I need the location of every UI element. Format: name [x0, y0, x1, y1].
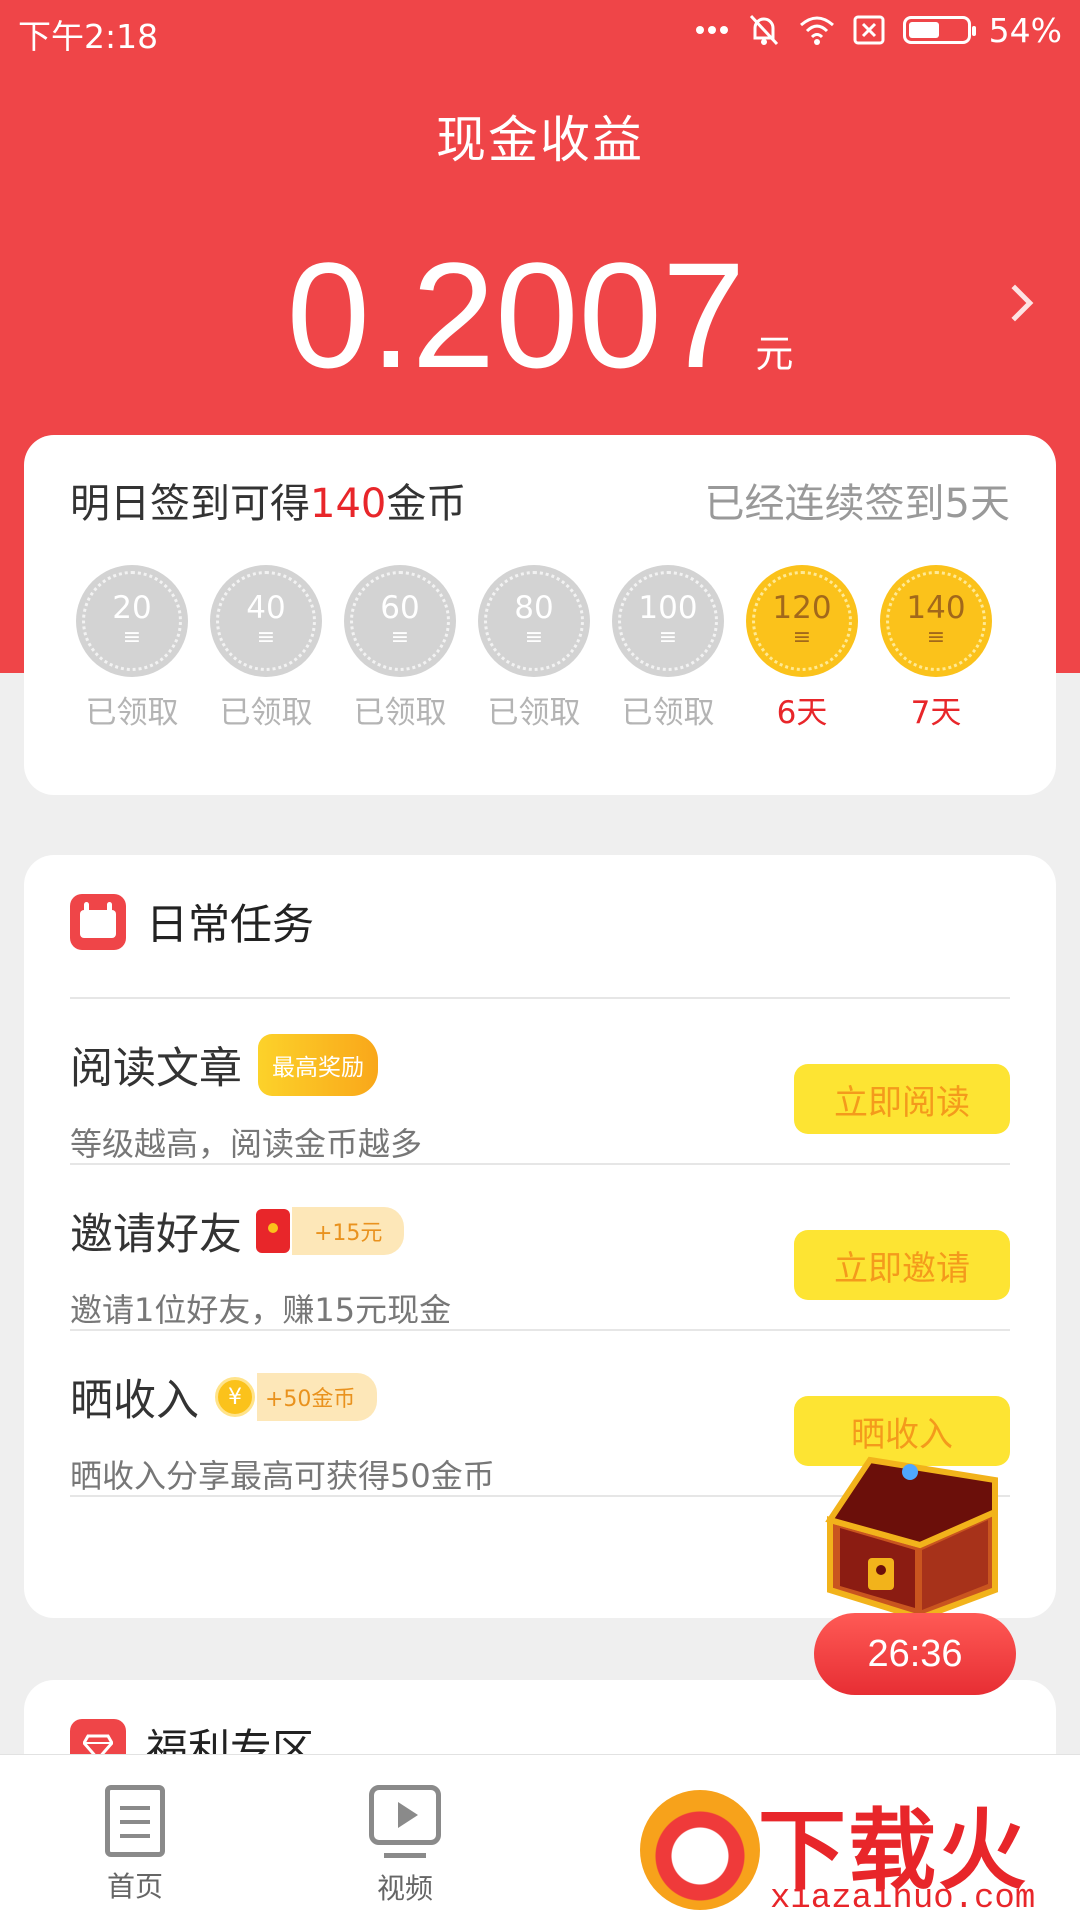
calendar-icon — [70, 893, 126, 950]
signin-day-4: 80 ≡ 已领取 — [478, 565, 590, 732]
video-icon — [369, 1785, 441, 1858]
countdown-timer[interactable]: 26:36 — [814, 1613, 1016, 1695]
coin-stack-icon: ≡ — [658, 625, 678, 650]
coin-label: 已领取 — [219, 695, 313, 731]
coin-label: 6天 — [776, 695, 828, 731]
gold-coin-icon: 120 ≡ — [746, 565, 858, 677]
coin-stack-icon: ≡ — [390, 625, 410, 650]
mute-bell-icon — [747, 10, 781, 50]
coin-label: 已领取 — [353, 695, 447, 731]
gold-coin-icon: 80 ≡ — [478, 565, 590, 677]
signin-card: 明日签到可得140金币 已经连续签到5天 20 ≡ 已领取 40 ≡ 已领取 60 ≡ 已领取 8… — [24, 435, 1056, 795]
coin-value: 20 — [112, 590, 152, 626]
signin-day-6: 120 ≡ 6天 — [746, 565, 858, 732]
flame-logo-icon — [640, 1790, 760, 1910]
coin-label: 已领取 — [85, 695, 179, 731]
cash-reward-badge: +15元 — [292, 1207, 405, 1255]
tab-label: 视频 — [376, 1872, 433, 1905]
balance-unit: 元 — [755, 332, 794, 376]
task-desc: 等级越高，阅读金币越多 — [70, 1125, 423, 1163]
gold-coin-icon: 60 ≡ — [344, 565, 456, 677]
signin-day-7: 140 ≡ 7天 — [880, 565, 992, 732]
watermark-url: xiazaihuo.com — [770, 1880, 1036, 1918]
task-title: 邀请好友 +15元 — [70, 1200, 405, 1262]
tab-video[interactable]: 视频 — [330, 1785, 480, 1907]
coin-label: 已领取 — [487, 695, 581, 731]
task-title: 阅读文章 最高奖励 — [70, 1034, 378, 1096]
tab-home[interactable]: 首页 — [60, 1785, 210, 1905]
more-dots-icon — [695, 10, 729, 50]
signin-days: 20 ≡ 已领取 40 ≡ 已领取 60 ≡ 已领取 80 ≡ 已领取 100 ≡ 已领取 120 ≡ 6天 140… — [76, 565, 992, 732]
no-sim-icon — [853, 10, 885, 50]
signin-day-2: 40 ≡ 已领取 — [210, 565, 322, 732]
coin-value: 80 — [514, 590, 554, 626]
signin-day-3: 60 ≡ 已领取 — [344, 565, 456, 732]
signin-day-5: 100 ≡ 已领取 — [612, 565, 724, 732]
coin-stack-icon: ≡ — [926, 625, 946, 650]
signin-day-1: 20 ≡ 已领取 — [76, 565, 188, 732]
gold-coin-icon: 140 ≡ — [880, 565, 992, 677]
task-desc: 邀请1位好友，赚15元现金 — [70, 1291, 452, 1329]
top-reward-badge: 最高奖励 — [258, 1034, 378, 1096]
daily-tasks-header: 日常任务 — [70, 891, 314, 952]
signin-suffix: 金币 — [386, 481, 467, 527]
coin-label: 已领取 — [621, 695, 715, 731]
coin-label: 7天 — [910, 695, 962, 731]
coin-stack-icon: ≡ — [256, 625, 276, 650]
gold-coin-icon: 20 ≡ — [76, 565, 188, 677]
read-now-button[interactable]: 立即阅读 — [794, 1064, 1010, 1134]
task-title-text: 晒收入 — [70, 1376, 199, 1426]
coin-stack-icon: ≡ — [524, 625, 544, 650]
battery-percent: 54% — [988, 10, 1062, 50]
coin-value: 120 — [772, 590, 832, 626]
page-title: 现金收益 — [436, 111, 644, 169]
wifi-icon — [799, 10, 835, 50]
red-envelope-icon — [256, 1209, 290, 1253]
signin-streak: 已经连续签到5天 — [704, 481, 1010, 527]
document-icon — [105, 1785, 165, 1857]
status-icons: 54% — [695, 10, 1062, 50]
coin-value: 40 — [246, 590, 286, 626]
status-bar: 下午2:18 54% — [0, 0, 1080, 62]
daily-tasks-title: 日常任务 — [146, 900, 315, 949]
watermark-logo: 下载火 xiazaihuo.com — [640, 1780, 1080, 1920]
task-title-text: 邀请好友 — [70, 1210, 242, 1260]
signin-prefix: 明日签到可得 — [70, 481, 310, 527]
balance-amount: 0.2007 — [286, 231, 746, 399]
coin-stack-icon: ≡ — [792, 625, 812, 650]
tab-label: 首页 — [106, 1870, 163, 1903]
coin-reward-badge: +50金币 — [257, 1373, 378, 1421]
coin-stack-icon: ≡ — [122, 625, 142, 650]
gold-coin-icon: 100 ≡ — [612, 565, 724, 677]
treasure-chest-icon[interactable] — [810, 1450, 1010, 1622]
signin-amount: 140 — [310, 481, 387, 527]
task-desc: 晒收入分享最高可获得50金币 — [70, 1457, 495, 1495]
coin-value: 100 — [638, 590, 698, 626]
battery-icon — [902, 10, 976, 50]
yuan-coin-icon: ¥ — [215, 1377, 255, 1417]
coin-value: 140 — [906, 590, 966, 626]
invite-now-button[interactable]: 立即邀请 — [794, 1230, 1010, 1300]
coin-value: 60 — [380, 590, 420, 626]
status-time: 下午2:18 — [18, 17, 159, 56]
signin-reward-text: 明日签到可得140金币 — [70, 471, 466, 529]
task-title-text: 阅读文章 — [70, 1044, 242, 1094]
task-title: 晒收入 ¥ +50金币 — [70, 1366, 378, 1428]
gold-coin-icon: 40 ≡ — [210, 565, 322, 677]
balance-display[interactable]: 0.2007 元 — [0, 240, 1080, 390]
